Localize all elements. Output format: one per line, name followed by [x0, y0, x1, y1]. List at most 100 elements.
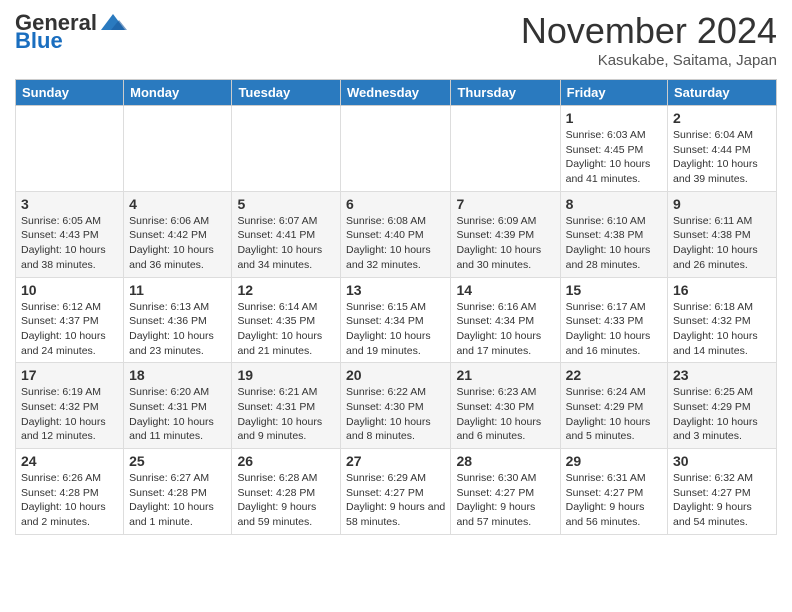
header-thursday: Thursday: [451, 80, 560, 106]
day-number: 11: [129, 282, 226, 298]
calendar-cell-2-5: 15 Sunrise: 6:17 AM Sunset: 4:33 PM Dayli…: [560, 277, 667, 363]
calendar-cell-0-6: 2 Sunrise: 6:04 AM Sunset: 4:44 PM Daylig…: [668, 106, 777, 192]
day-info: Sunrise: 6:32 AM Sunset: 4:27 PM Dayligh…: [673, 471, 771, 530]
calendar-cell-4-1: 25Sunrise: 6:27 AM Sunset: 4:28 PM Dayli…: [124, 449, 232, 535]
day-info: Sunrise: 6:22 AM Sunset: 4:30 PM Dayligh…: [346, 385, 445, 444]
day-info: Sunrise: 6:26 AM Sunset: 4:28 PM Dayligh…: [21, 471, 118, 530]
day-info: Sunrise: 6:09 AM Sunset: 4:39 PM Dayligh…: [456, 214, 554, 273]
day-info: Sunrise: 6:24 AM Sunset: 4:29 PM Dayligh…: [566, 385, 662, 444]
calendar-cell-0-0: [16, 106, 124, 192]
calendar-cell-3-6: 23 Sunrise: 6:25 AM Sunset: 4:29 PM Dayli…: [668, 363, 777, 449]
calendar-cell-1-3: 6 Sunrise: 6:08 AM Sunset: 4:40 PM Daylig…: [341, 191, 451, 277]
calendar-cell-2-4: 14Sunrise: 6:16 AM Sunset: 4:34 PM Dayli…: [451, 277, 560, 363]
day-info: Sunrise: 6:20 AM Sunset: 4:31 PM Dayligh…: [129, 385, 226, 444]
header-sunday: Sunday: [16, 80, 124, 106]
day-number: 7: [456, 196, 554, 212]
day-number: 15: [566, 282, 662, 298]
calendar-cell-4-5: 29 Sunrise: 6:31 AM Sunset: 4:27 PM Dayli…: [560, 449, 667, 535]
week-row-4: 24 Sunrise: 6:26 AM Sunset: 4:28 PM Dayli…: [16, 449, 777, 535]
day-number: 23: [673, 367, 771, 383]
title-block: November 2024 Kasukabe, Saitama, Japan: [521, 10, 777, 69]
day-number: 21: [456, 367, 554, 383]
calendar-cell-4-6: 30Sunrise: 6:32 AM Sunset: 4:27 PM Dayli…: [668, 449, 777, 535]
calendar-cell-0-1: [124, 106, 232, 192]
header-monday: Monday: [124, 80, 232, 106]
header-wednesday: Wednesday: [341, 80, 451, 106]
day-number: 28: [456, 453, 554, 469]
day-number: 6: [346, 196, 445, 212]
day-number: 3: [21, 196, 118, 212]
day-info: Sunrise: 6:18 AM Sunset: 4:32 PM Dayligh…: [673, 300, 771, 359]
header: General Blue November 2024 Kasukabe, Sai…: [15, 10, 777, 69]
calendar-cell-4-2: 26 Sunrise: 6:28 AM Sunset: 4:28 PM Dayli…: [232, 449, 341, 535]
day-info: Sunrise: 6:25 AM Sunset: 4:29 PM Dayligh…: [673, 385, 771, 444]
calendar-cell-3-3: 20 Sunrise: 6:22 AM Sunset: 4:30 PM Dayli…: [341, 363, 451, 449]
calendar-cell-1-0: 3Sunrise: 6:05 AM Sunset: 4:43 PM Daylig…: [16, 191, 124, 277]
day-info: Sunrise: 6:04 AM Sunset: 4:44 PM Dayligh…: [673, 128, 771, 187]
day-number: 22: [566, 367, 662, 383]
day-number: 29: [566, 453, 662, 469]
day-number: 17: [21, 367, 118, 383]
day-info: Sunrise: 6:28 AM Sunset: 4:28 PM Dayligh…: [237, 471, 335, 530]
calendar-cell-2-0: 10 Sunrise: 6:12 AM Sunset: 4:37 PM Dayli…: [16, 277, 124, 363]
day-info: Sunrise: 6:03 AM Sunset: 4:45 PM Dayligh…: [566, 128, 662, 187]
calendar-cell-4-0: 24 Sunrise: 6:26 AM Sunset: 4:28 PM Dayli…: [16, 449, 124, 535]
day-info: Sunrise: 6:15 AM Sunset: 4:34 PM Dayligh…: [346, 300, 445, 359]
day-number: 14: [456, 282, 554, 298]
day-info: Sunrise: 6:14 AM Sunset: 4:35 PM Dayligh…: [237, 300, 335, 359]
day-info: Sunrise: 6:08 AM Sunset: 4:40 PM Dayligh…: [346, 214, 445, 273]
calendar-cell-0-4: [451, 106, 560, 192]
calendar-cell-1-1: 4 Sunrise: 6:06 AM Sunset: 4:42 PM Daylig…: [124, 191, 232, 277]
day-number: 10: [21, 282, 118, 298]
day-info: Sunrise: 6:06 AM Sunset: 4:42 PM Dayligh…: [129, 214, 226, 273]
day-number: 26: [237, 453, 335, 469]
day-number: 5: [237, 196, 335, 212]
week-row-3: 17 Sunrise: 6:19 AM Sunset: 4:32 PM Dayli…: [16, 363, 777, 449]
days-header-row: Sunday Monday Tuesday Wednesday Thursday…: [16, 80, 777, 106]
day-info: Sunrise: 6:23 AM Sunset: 4:30 PM Dayligh…: [456, 385, 554, 444]
logo-blue-text: Blue: [15, 28, 63, 54]
day-info: Sunrise: 6:29 AM Sunset: 4:27 PM Dayligh…: [346, 471, 445, 530]
day-number: 2: [673, 110, 771, 126]
day-info: Sunrise: 6:12 AM Sunset: 4:37 PM Dayligh…: [21, 300, 118, 359]
location: Kasukabe, Saitama, Japan: [521, 52, 777, 69]
day-number: 1: [566, 110, 662, 126]
header-friday: Friday: [560, 80, 667, 106]
day-number: 13: [346, 282, 445, 298]
day-number: 19: [237, 367, 335, 383]
logo: General Blue: [15, 10, 127, 54]
day-number: 12: [237, 282, 335, 298]
calendar-cell-2-2: 12 Sunrise: 6:14 AM Sunset: 4:35 PM Dayli…: [232, 277, 341, 363]
day-number: 18: [129, 367, 226, 383]
calendar-cell-1-5: 8 Sunrise: 6:10 AM Sunset: 4:38 PM Daylig…: [560, 191, 667, 277]
day-info: Sunrise: 6:31 AM Sunset: 4:27 PM Dayligh…: [566, 471, 662, 530]
page-container: General Blue November 2024 Kasukabe, Sai…: [0, 0, 792, 545]
month-title: November 2024: [521, 10, 777, 52]
day-number: 27: [346, 453, 445, 469]
day-info: Sunrise: 6:30 AM Sunset: 4:27 PM Dayligh…: [456, 471, 554, 530]
calendar-cell-1-4: 7 Sunrise: 6:09 AM Sunset: 4:39 PM Daylig…: [451, 191, 560, 277]
week-row-2: 10 Sunrise: 6:12 AM Sunset: 4:37 PM Dayli…: [16, 277, 777, 363]
calendar-cell-0-2: [232, 106, 341, 192]
day-info: Sunrise: 6:17 AM Sunset: 4:33 PM Dayligh…: [566, 300, 662, 359]
day-info: Sunrise: 6:19 AM Sunset: 4:32 PM Dayligh…: [21, 385, 118, 444]
day-number: 8: [566, 196, 662, 212]
day-info: Sunrise: 6:11 AM Sunset: 4:38 PM Dayligh…: [673, 214, 771, 273]
calendar-cell-2-3: 13 Sunrise: 6:15 AM Sunset: 4:34 PM Dayli…: [341, 277, 451, 363]
day-number: 24: [21, 453, 118, 469]
calendar-cell-2-1: 11Sunrise: 6:13 AM Sunset: 4:36 PM Dayli…: [124, 277, 232, 363]
calendar-cell-1-2: 5Sunrise: 6:07 AM Sunset: 4:41 PM Daylig…: [232, 191, 341, 277]
header-tuesday: Tuesday: [232, 80, 341, 106]
calendar-cell-3-4: 21 Sunrise: 6:23 AM Sunset: 4:30 PM Dayli…: [451, 363, 560, 449]
calendar-cell-4-4: 28 Sunrise: 6:30 AM Sunset: 4:27 PM Dayli…: [451, 449, 560, 535]
calendar-cell-3-5: 22 Sunrise: 6:24 AM Sunset: 4:29 PM Dayli…: [560, 363, 667, 449]
calendar-cell-3-1: 18 Sunrise: 6:20 AM Sunset: 4:31 PM Dayli…: [124, 363, 232, 449]
day-number: 16: [673, 282, 771, 298]
day-info: Sunrise: 6:10 AM Sunset: 4:38 PM Dayligh…: [566, 214, 662, 273]
calendar-cell-4-3: 27 Sunrise: 6:29 AM Sunset: 4:27 PM Dayli…: [341, 449, 451, 535]
calendar-cell-2-6: 16 Sunrise: 6:18 AM Sunset: 4:32 PM Dayli…: [668, 277, 777, 363]
calendar-cell-3-2: 19Sunrise: 6:21 AM Sunset: 4:31 PM Dayli…: [232, 363, 341, 449]
day-number: 4: [129, 196, 226, 212]
day-number: 20: [346, 367, 445, 383]
calendar-cell-3-0: 17 Sunrise: 6:19 AM Sunset: 4:32 PM Dayli…: [16, 363, 124, 449]
